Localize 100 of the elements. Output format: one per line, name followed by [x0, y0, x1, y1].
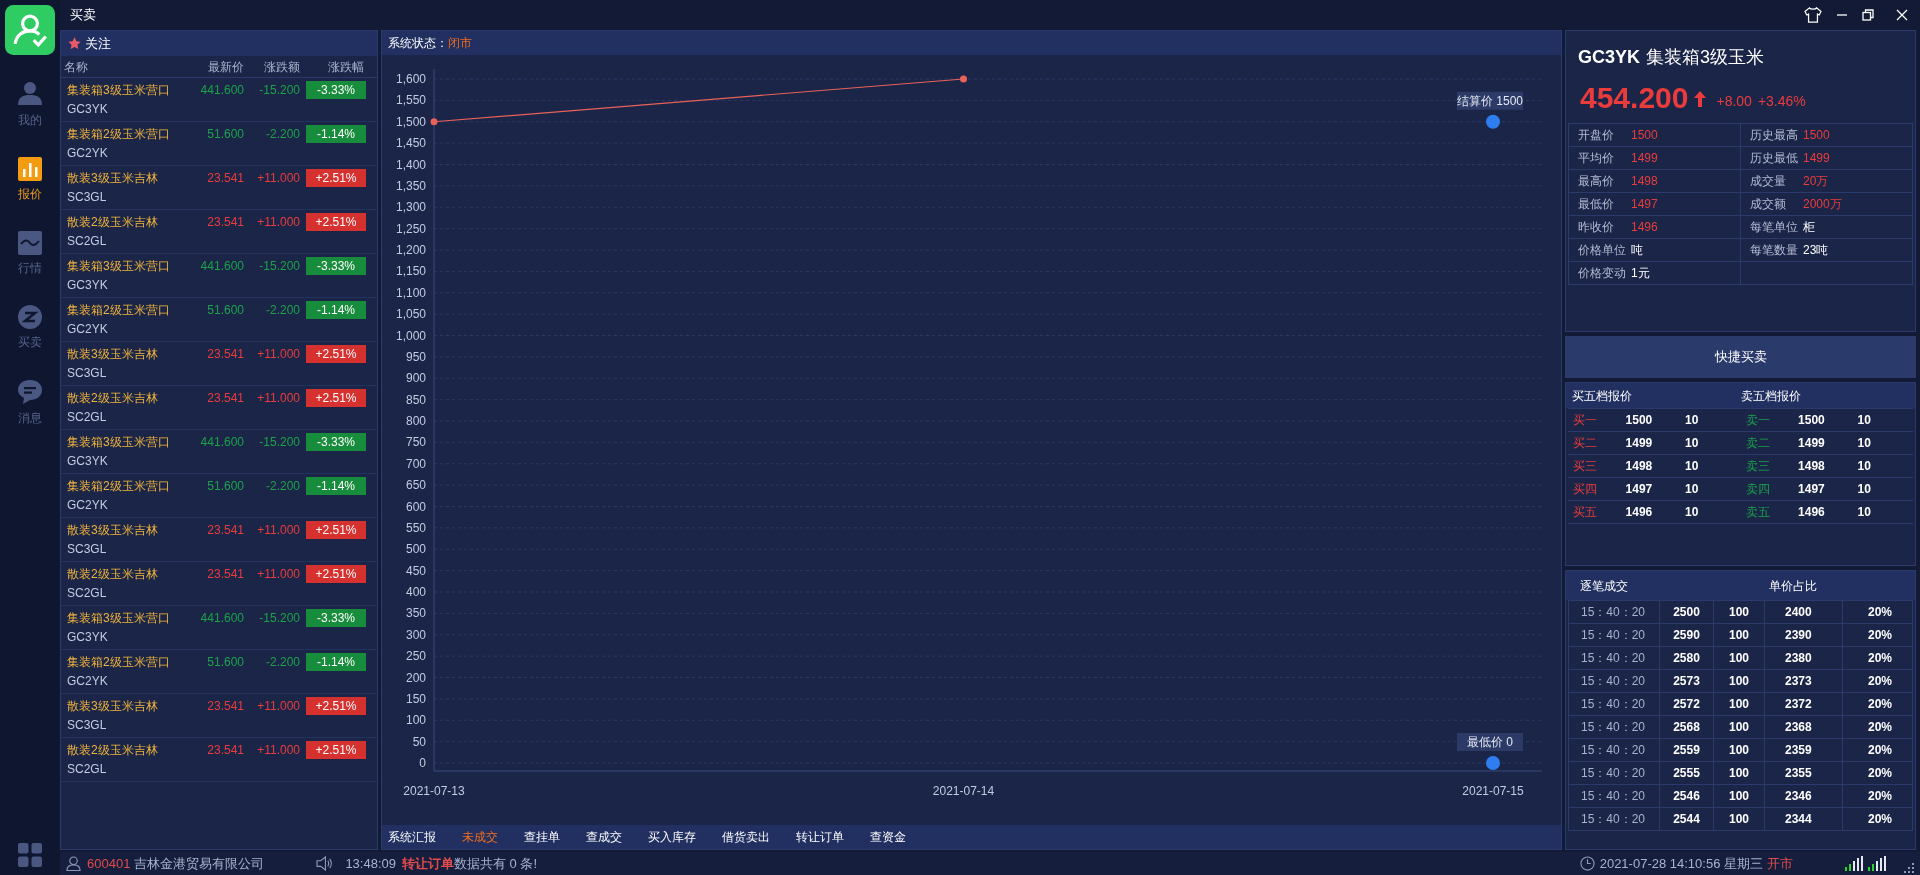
y-axis-label: 1,100 [395, 286, 426, 301]
bottom-tab[interactable]: 借货卖出 [722, 828, 770, 847]
y-axis-label: 900 [405, 371, 426, 386]
change-percent-label: -1.14% [306, 653, 366, 671]
y-axis-label: 300 [405, 628, 426, 643]
field-value: 柜 [1803, 219, 1815, 236]
unit-price: 2400 [1765, 601, 1843, 624]
field-label: 成交额 [1750, 196, 1787, 213]
y-axis-label: 1,450 [395, 136, 426, 151]
trade-quantity: 100 [1714, 670, 1765, 693]
price-change: +11.000 [256, 742, 300, 759]
account-number: 600401 [87, 854, 131, 873]
level-quantity: 10 [1857, 435, 1872, 452]
window-title: 买卖 [70, 6, 96, 25]
level-price: 1496 [1798, 504, 1826, 521]
instrument-name[interactable]: 散装2级玉米吉林 [64, 389, 192, 407]
instrument-code: GC2YK [66, 321, 108, 338]
level-label: 买三 [1572, 458, 1598, 475]
unit-price: 2380 [1765, 647, 1843, 670]
y-axis-label: 800 [405, 414, 426, 429]
change-percent-label: -3.33% [306, 257, 366, 275]
trade-price: 2572 [1660, 693, 1714, 716]
instrument-code: GC2YK [66, 145, 108, 162]
user-icon [66, 856, 81, 871]
bottom-tab[interactable]: 系统汇报 [388, 828, 436, 847]
up-arrow-icon [1694, 91, 1707, 107]
message-link[interactable]: 转让订单 [402, 853, 454, 874]
bottom-tab[interactable]: 买入库存 [648, 828, 696, 847]
y-axis-label: 750 [405, 435, 426, 450]
instrument-code: SC2GL [66, 585, 107, 602]
instrument-name[interactable]: 集装箱2级玉米营口 [64, 301, 192, 319]
shirt-icon[interactable] [1804, 7, 1822, 23]
unit-price: 2344 [1765, 808, 1843, 831]
instrument-name[interactable]: 散装3级玉米吉林 [64, 697, 192, 715]
price-tag: 最低价 0 [1457, 733, 1523, 752]
price-ratio: 20% [1843, 624, 1913, 647]
instrument-code: SC2GL [66, 233, 107, 250]
bottom-tab[interactable]: 转让订单 [796, 828, 844, 847]
trade-price: 2573 [1660, 670, 1714, 693]
last-price: 441.600 [199, 434, 244, 451]
field-value: 20万 [1803, 173, 1829, 190]
bottom-tab[interactable]: 未成交 [462, 828, 498, 847]
instrument-name[interactable]: 散装3级玉米吉林 [64, 521, 192, 539]
instrument-name[interactable]: 散装3级玉米吉林 [64, 345, 192, 363]
instrument-code: SC2GL [66, 761, 107, 778]
app-logo [5, 5, 55, 55]
instrument-name[interactable]: 散装2级玉米吉林 [64, 741, 192, 759]
level-label: 卖三 [1744, 458, 1771, 475]
change-percent-label: +2.51% [306, 169, 366, 187]
instrument-name[interactable]: 集装箱2级玉米营口 [64, 477, 192, 495]
last-price: 23.541 [206, 170, 244, 187]
resize-grip-icon[interactable] [1904, 863, 1914, 873]
change-percent-label: -1.14% [306, 301, 366, 319]
price-ratio: 20% [1843, 601, 1913, 624]
person-icon [18, 81, 42, 107]
level-quantity: 10 [1685, 504, 1700, 521]
y-axis-label: 50 [412, 735, 426, 750]
instrument-name[interactable]: 集装箱3级玉米营口 [64, 609, 192, 627]
field-label: 价格变动 [1578, 265, 1627, 282]
trade-time: 15：40：20 [1569, 808, 1660, 831]
speaker-icon[interactable] [316, 856, 334, 871]
y-axis-label: 350 [405, 606, 426, 621]
signal-bars-icon [1868, 856, 1886, 871]
clock-icon [1579, 856, 1595, 871]
instrument-name[interactable]: 散装2级玉米吉林 [64, 565, 192, 583]
bottom-tab[interactable]: 查成交 [586, 828, 622, 847]
instrument-name[interactable]: 散装2级玉米吉林 [64, 213, 192, 231]
bottom-tab[interactable]: 查挂单 [524, 828, 560, 847]
bottom-tab[interactable]: 查资金 [870, 828, 906, 847]
z-circle-icon [18, 305, 42, 329]
price-change: +11.000 [256, 698, 300, 715]
instrument-name[interactable]: 集装箱2级玉米营口 [64, 653, 192, 671]
x-axis-label: 2021-07-14 [932, 784, 995, 799]
last-price: 441.600 [199, 82, 244, 99]
level-quantity: 10 [1857, 504, 1872, 521]
field-label: 平均价 [1578, 150, 1615, 167]
last-price: 23.541 [206, 522, 244, 539]
instrument-name[interactable]: 散装3级玉米吉林 [64, 169, 192, 187]
y-axis-label: 1,350 [395, 179, 426, 194]
instrument-name[interactable]: 集装箱3级玉米营口 [64, 81, 192, 99]
column-header: 最新价 [207, 58, 244, 76]
instrument-name[interactable]: 集装箱3级玉米营口 [64, 257, 192, 275]
y-axis-label: 550 [405, 521, 426, 536]
wave-chart-icon [18, 231, 42, 255]
grid-menu-icon[interactable] [18, 843, 42, 867]
instrument-name[interactable]: 集装箱3级玉米营口 [64, 433, 192, 451]
restore-icon[interactable] [1862, 9, 1874, 21]
price-change: -2.200 [264, 302, 300, 319]
instrument-name[interactable]: 集装箱2级玉米营口 [64, 125, 192, 143]
last-price: 51.600 [206, 302, 244, 319]
price-change: -2.200 [264, 478, 300, 495]
status-value: 闭市 [448, 35, 472, 53]
last-price: 23.541 [206, 390, 244, 407]
sidebar-nav-item[interactable]: 报价 [5, 157, 55, 203]
level-price: 1499 [1798, 435, 1826, 452]
close-icon[interactable] [1896, 9, 1908, 21]
marker-point [1486, 115, 1500, 130]
quick-trade-button[interactable]: 快捷买卖 [1565, 336, 1916, 378]
price-ratio: 20% [1843, 693, 1913, 716]
trade-price: 2590 [1660, 624, 1714, 647]
